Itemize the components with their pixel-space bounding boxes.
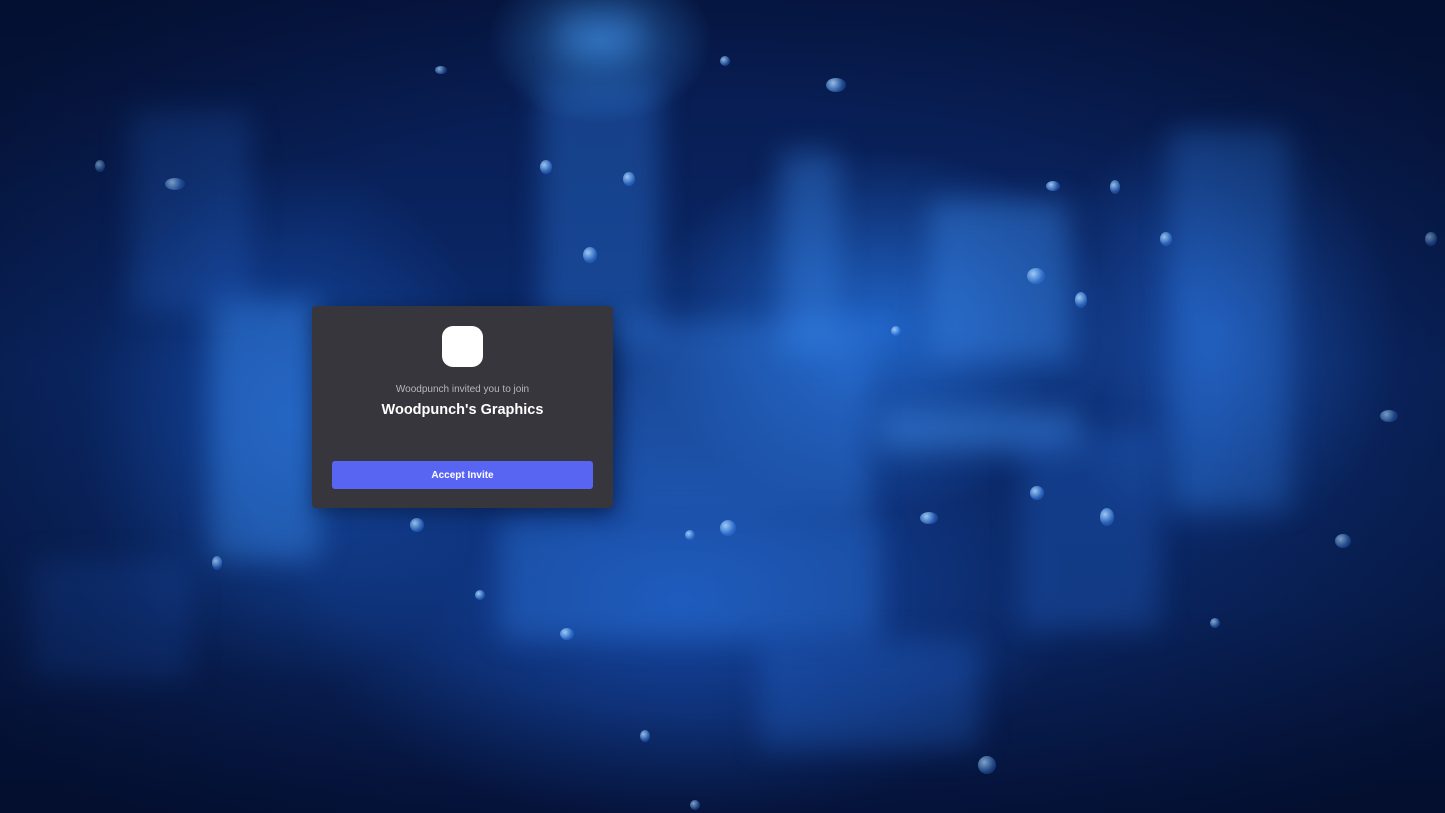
accept-invite-button[interactable]: Accept Invite	[332, 461, 593, 489]
invite-card: Woodpunch invited you to join Woodpunch'…	[312, 306, 613, 508]
server-name: Woodpunch's Graphics	[381, 402, 544, 418]
server-icon	[442, 326, 483, 367]
invite-subtitle: Woodpunch invited you to join	[395, 384, 530, 395]
background-vignette	[0, 0, 1445, 813]
